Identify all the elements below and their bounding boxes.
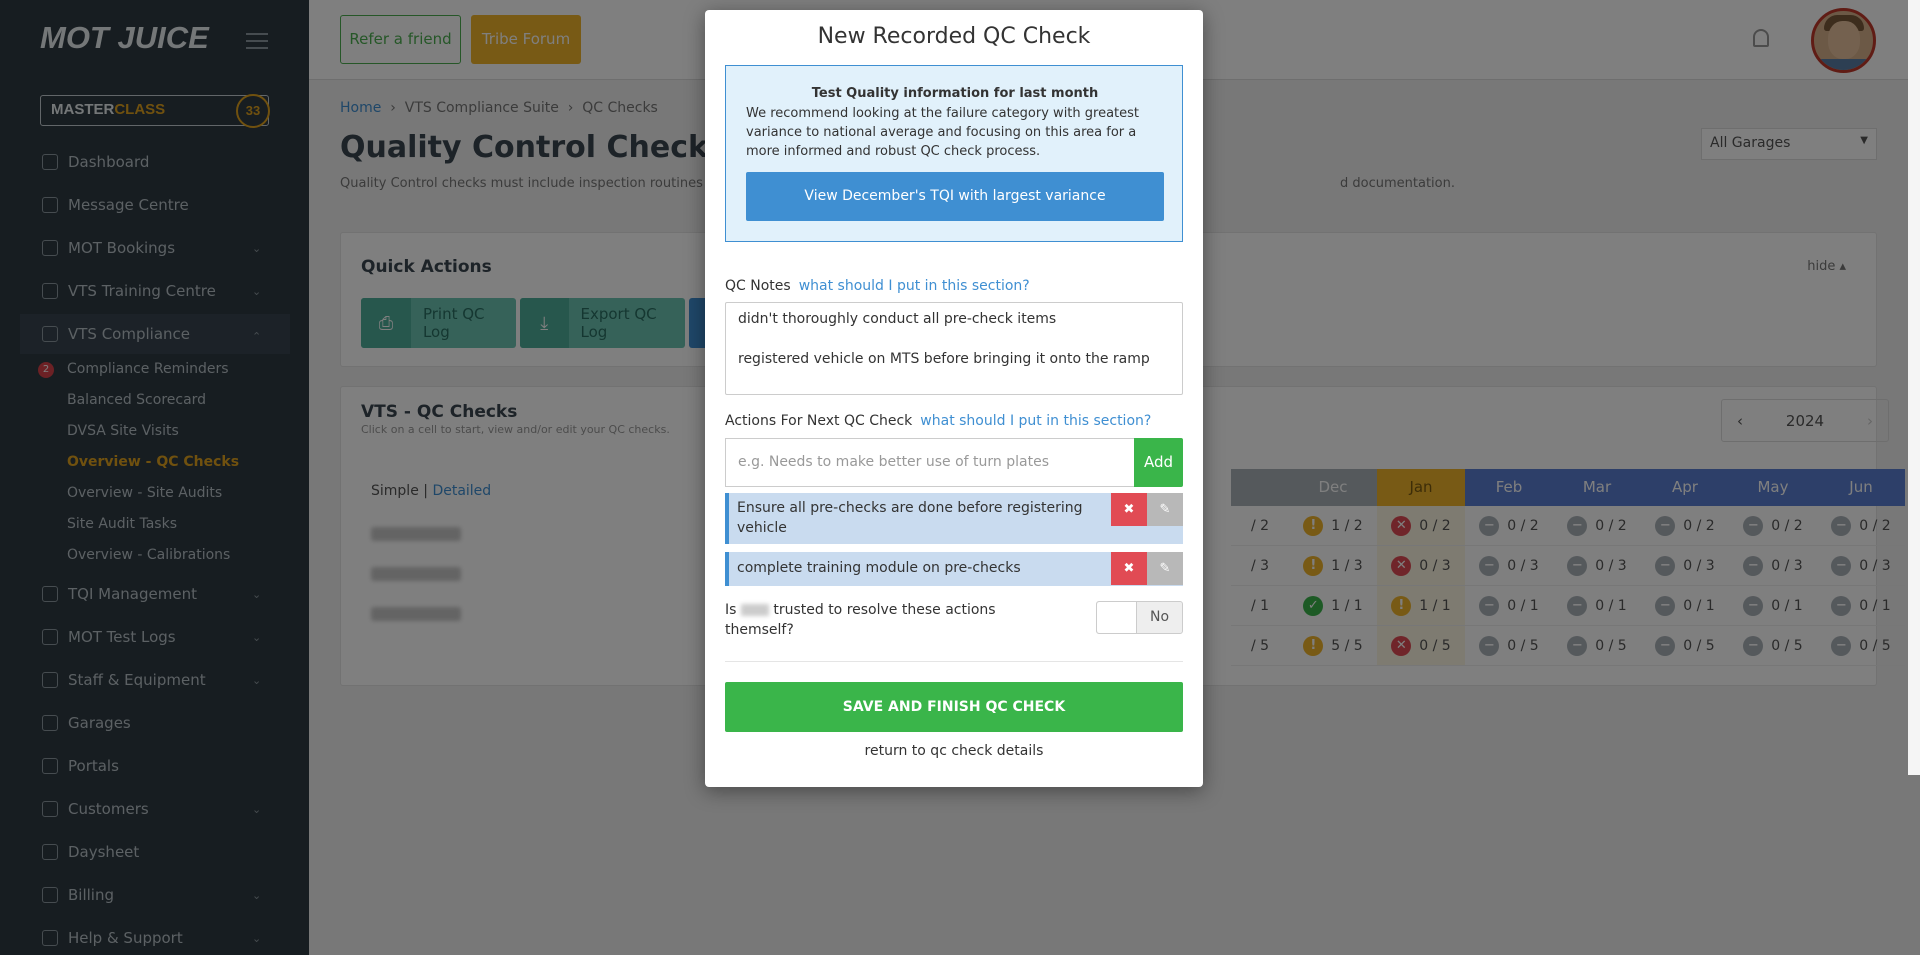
scrollbar[interactable]: [1908, 0, 1920, 775]
actions-label: Actions For Next QC Check what should I p…: [725, 413, 1151, 429]
action-item-text: Ensure all pre-checks are done before re…: [737, 500, 1083, 536]
delete-action-icon[interactable]: ✖: [1111, 552, 1147, 585]
tqi-text: We recommend looking at the failure cate…: [746, 106, 1140, 159]
modal-title: New Recorded QC Check: [817, 24, 1091, 49]
qc-notes-label: QC Notes what should I put in this sectio…: [725, 278, 1030, 294]
action-item: complete training module on pre-checks ✖…: [725, 552, 1183, 586]
new-qc-check-modal: New Recorded QC Check Test Quality infor…: [705, 10, 1203, 787]
edit-action-icon[interactable]: ✎: [1147, 493, 1183, 526]
tqi-info-box: Test Quality information for last month …: [725, 65, 1183, 242]
toggle-label: No: [1149, 609, 1170, 625]
notes-help-link[interactable]: what should I put in this section?: [799, 278, 1030, 294]
return-link[interactable]: return to qc check details: [705, 743, 1203, 759]
actions-label-text: Actions For Next QC Check: [725, 413, 913, 429]
delete-action-icon[interactable]: ✖: [1111, 493, 1147, 526]
action-item: Ensure all pre-checks are done before re…: [725, 493, 1183, 544]
edit-action-icon[interactable]: ✎: [1147, 552, 1183, 585]
add-action-button[interactable]: Add: [1134, 438, 1183, 487]
action-input[interactable]: e.g. Needs to make better use of turn pl…: [725, 438, 1134, 487]
view-tqi-button[interactable]: View December's TQI with largest varianc…: [746, 172, 1164, 221]
toggle-knob: [1097, 602, 1137, 633]
divider: [725, 661, 1183, 662]
tqi-heading: Test Quality information for last month: [811, 86, 1099, 101]
qc-notes-label-text: QC Notes: [725, 278, 791, 294]
trust-question: Is trusted to resolve these actions them…: [725, 600, 1015, 640]
tester-name-blurred: [740, 604, 769, 616]
actions-help-link[interactable]: what should I put in this section?: [920, 413, 1151, 429]
qc-notes-textarea[interactable]: didn't thoroughly conduct all pre-check …: [725, 302, 1183, 395]
action-item-text: complete training module on pre-checks: [737, 560, 1021, 576]
notes-line: registered vehicle on MTS before bringin…: [738, 351, 1150, 367]
notes-line: didn't thoroughly conduct all pre-check …: [738, 311, 1057, 327]
trust-toggle[interactable]: No: [1096, 601, 1183, 634]
save-finish-button[interactable]: SAVE AND FINISH QC CHECK: [725, 682, 1183, 732]
trust-prefix: Is: [725, 602, 737, 618]
